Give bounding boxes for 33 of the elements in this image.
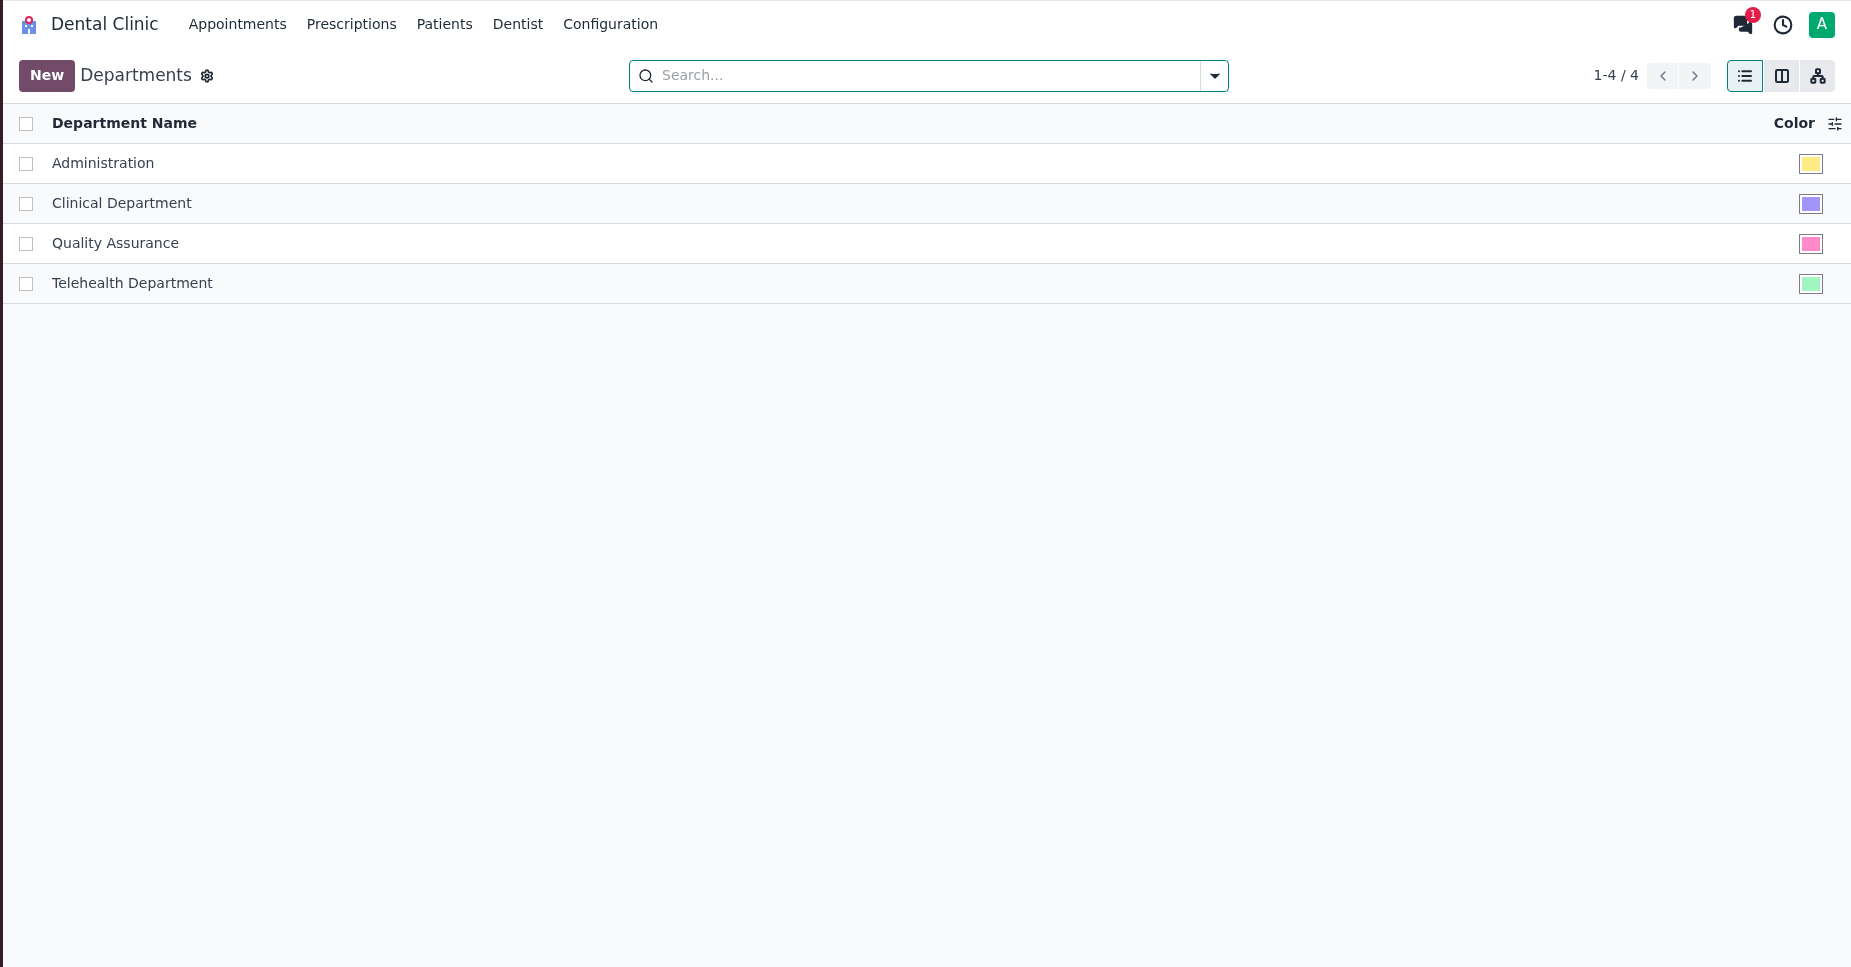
column-header[interactable]: Color: [1773, 113, 1815, 134]
pager-value[interactable]: 1-4 / 4: [1593, 65, 1639, 86]
hospital-icon: [19, 14, 39, 35]
menu-item[interactable]: Dentist: [482, 14, 554, 35]
new-button[interactable]: New: [19, 59, 76, 92]
menu-item[interactable]: Patients: [406, 14, 483, 35]
hierarchy-icon: [1809, 67, 1826, 84]
sliders-icon[interactable]: [1827, 115, 1843, 132]
settings-icon[interactable]: [199, 68, 214, 83]
menu-item[interactable]: Configuration: [553, 14, 669, 35]
checkbox[interactable]: [19, 156, 33, 171]
menu-item[interactable]: Prescriptions: [296, 14, 407, 35]
checkbox[interactable]: [19, 116, 33, 131]
search-field[interactable]: Search...: [629, 59, 1229, 92]
checkbox[interactable]: [19, 236, 33, 251]
table-cell-text: Administration: [52, 154, 155, 173]
columns-icon: [1773, 67, 1790, 84]
menu-item[interactable]: Appointments: [178, 14, 297, 35]
chat-icon[interactable]: [1733, 14, 1753, 35]
page-title: Departments: [80, 63, 192, 87]
checkbox[interactable]: [19, 196, 33, 211]
column-header[interactable]: Department Name: [52, 113, 198, 134]
app-name[interactable]: Dental Clinic: [51, 11, 159, 38]
search-icon: [638, 67, 654, 84]
search-input[interactable]: Search...: [662, 65, 1200, 86]
table-cell-text: Telehealth Department: [52, 274, 213, 293]
table-cell-text: Clinical Department: [52, 194, 192, 213]
table-cell-text: Quality Assurance: [52, 234, 180, 253]
view-switch-button[interactable]: [1727, 59, 1763, 92]
checkbox[interactable]: [19, 276, 33, 291]
list-icon: [1737, 67, 1753, 84]
clock-icon[interactable]: [1773, 14, 1793, 35]
notification-badge: 1: [1745, 6, 1761, 23]
